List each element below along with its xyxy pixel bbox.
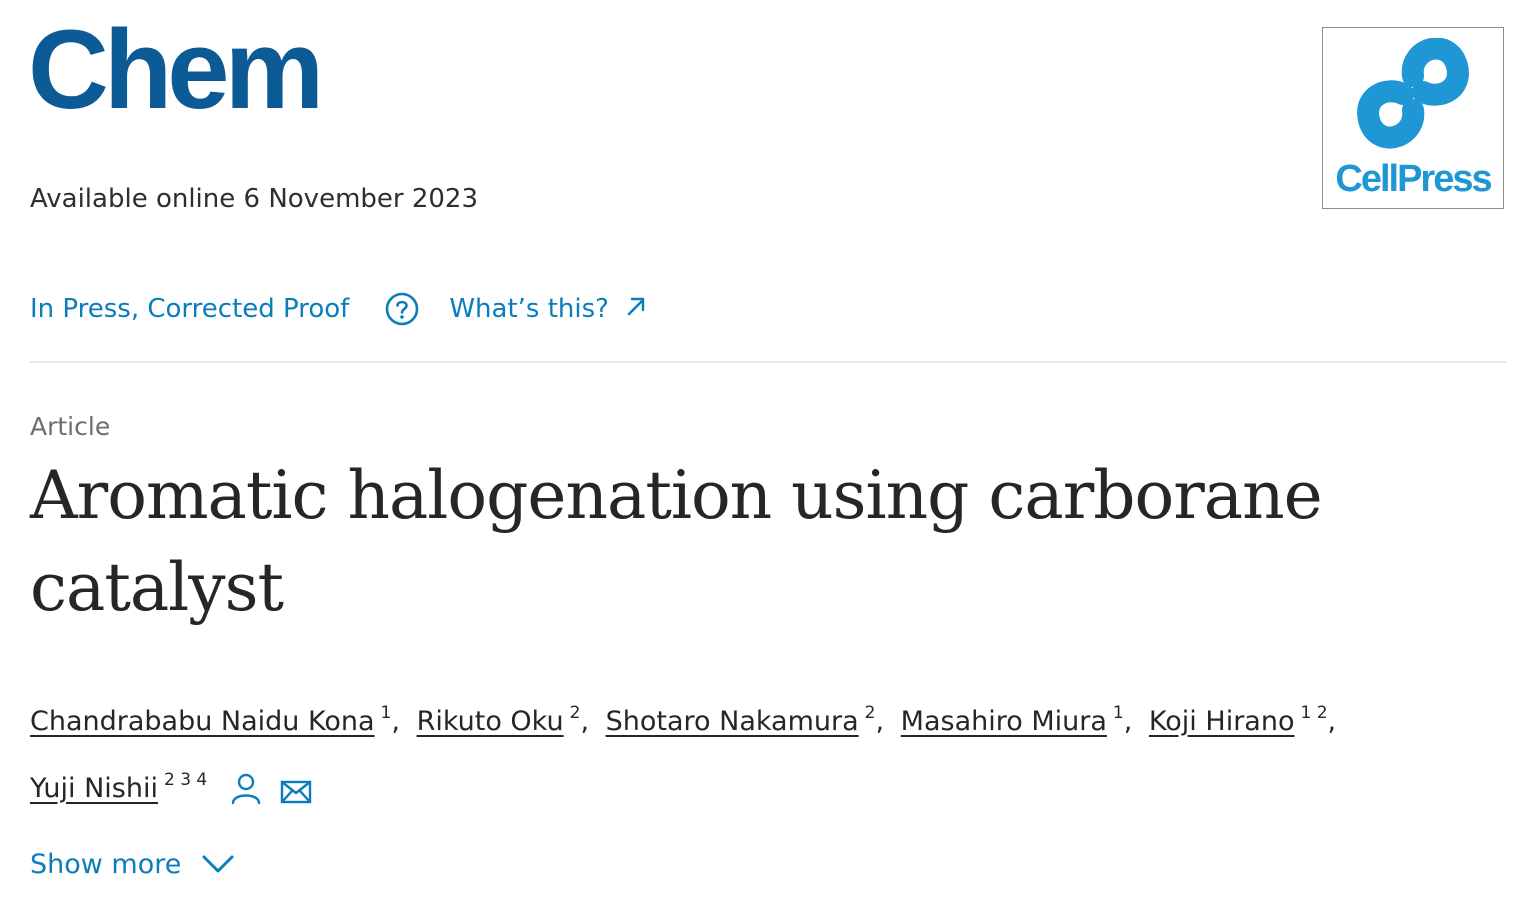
author-item: Chandrababu Naidu Kona 1, (30, 703, 400, 737)
author-affiliations: 2 (864, 703, 876, 723)
author-item: Yuji Nishii 2 3 4 (30, 770, 208, 804)
journal-title-link[interactable]: Chem (28, 14, 324, 126)
external-arrow-icon (625, 295, 647, 317)
author-affiliations: 1 (1112, 703, 1124, 723)
article-type: Article (30, 412, 111, 441)
cellpress-wordmark: CellPress (1335, 158, 1492, 200)
cellpress-logo[interactable]: CellPress (1322, 27, 1504, 209)
author-affiliations: 1 2 (1300, 703, 1328, 723)
corresponding-author-icons (230, 768, 312, 826)
author-item: Masahiro Miura 1, (900, 703, 1133, 737)
article-title: Aromatic halogenation using carborane ca… (30, 457, 1323, 626)
question-circle-icon[interactable] (385, 292, 419, 326)
envelope-icon[interactable] (280, 768, 312, 826)
header-divider (30, 361, 1506, 363)
author-affiliations: 2 (569, 703, 581, 723)
in-press-link[interactable]: In Press, Corrected Proof (30, 294, 349, 324)
author-item: Koji Hirano 1 2, (1148, 703, 1337, 737)
author-item: Rikuto Oku 2, (416, 703, 590, 737)
author-list: Chandrababu Naidu Kona 1, Rikuto Oku 2, Sh… (30, 684, 1510, 826)
article-status-row: In Press, Corrected Proof What’s this? (30, 286, 647, 332)
person-icon[interactable] (230, 768, 262, 826)
author-link[interactable]: Yuji Nishii (30, 773, 158, 804)
chevron-down-icon (201, 853, 235, 875)
cellpress-mark-icon (1357, 38, 1469, 149)
author-item: Shotaro Nakamura 2, (605, 703, 885, 737)
author-link[interactable]: Masahiro Miura (901, 706, 1107, 737)
author-affiliations: 1 (380, 703, 392, 723)
show-more-button[interactable]: Show more (30, 842, 235, 886)
available-online-date: Available online 6 November 2023 (30, 184, 479, 214)
author-affiliations: 2 3 4 (163, 770, 208, 790)
show-more-label: Show more (30, 848, 182, 880)
whats-this-label: What’s this? (449, 294, 609, 324)
author-link[interactable]: Koji Hirano (1149, 706, 1295, 737)
author-link[interactable]: Shotaro Nakamura (606, 706, 859, 737)
whats-this-link[interactable]: What’s this? (449, 294, 647, 324)
author-link[interactable]: Rikuto Oku (417, 706, 564, 737)
author-link[interactable]: Chandrababu Naidu Kona (30, 706, 375, 737)
